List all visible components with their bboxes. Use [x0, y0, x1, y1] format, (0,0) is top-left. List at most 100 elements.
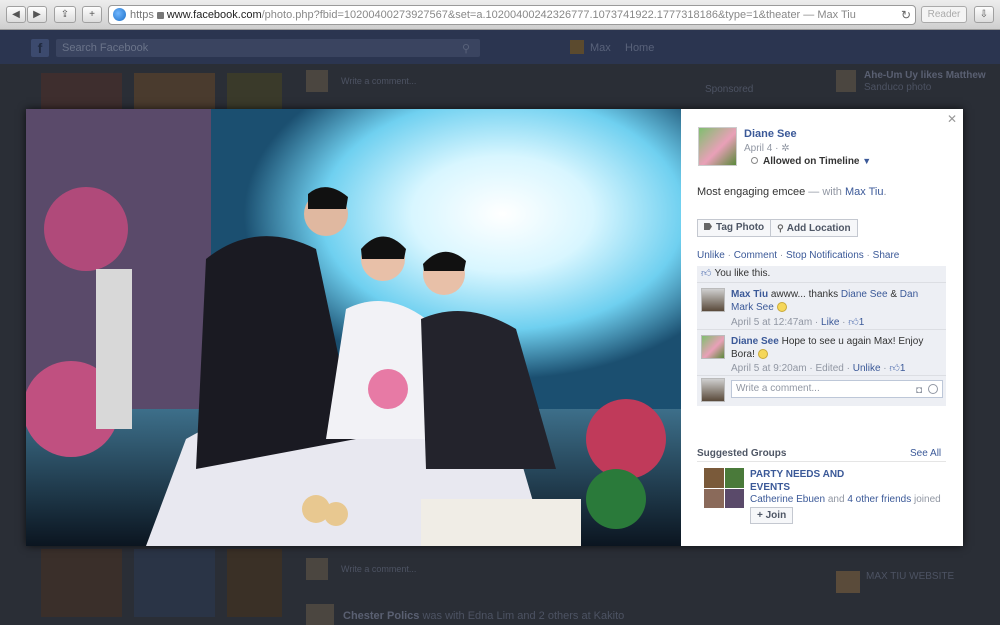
share-link[interactable]: Share: [873, 250, 900, 261]
comment-timestamp[interactable]: April 5 at 12:47am ·: [731, 317, 821, 328]
globe-icon: [113, 8, 126, 21]
comment-body: Max Tiu awww... thanks Diane See & Dan M…: [731, 288, 939, 314]
comment-author[interactable]: Diane See: [731, 336, 779, 347]
share-icon: ⇪: [60, 9, 70, 20]
comment-mention[interactable]: Diane See: [841, 289, 888, 300]
comment-link[interactable]: Comment: [734, 250, 777, 261]
search-input[interactable]: Search Facebook: [56, 39, 480, 57]
see-all-link[interactable]: See All: [910, 448, 941, 459]
group-friends-link[interactable]: 4 other friends: [847, 494, 911, 505]
close-icon[interactable]: ✕: [947, 112, 957, 126]
nav-home-link[interactable]: Home: [625, 42, 654, 54]
new-tab-button[interactable]: +: [82, 6, 102, 23]
circle-icon: [751, 157, 758, 164]
url-scheme: https: [130, 9, 154, 21]
bg-thumbnail: [134, 73, 215, 109]
comment-item: Max Tiu awww... thanks Diane See & Dan M…: [697, 284, 946, 330]
address-bar[interactable]: https www.facebook.com/photo.php?fbid=102…: [108, 5, 916, 25]
photo-actions-row: Tag Photo ⚲ Add Location: [697, 219, 858, 237]
url-domain: www.facebook.com: [166, 9, 262, 21]
comment-like-count[interactable]: 1: [859, 317, 865, 328]
profile-avatar[interactable]: [570, 40, 584, 54]
group-member-link[interactable]: Catherine Ebuen: [750, 494, 825, 505]
photo-image[interactable]: [26, 109, 681, 546]
comment-like-count[interactable]: 1: [900, 363, 906, 374]
write-comment-input[interactable]: Write a comment... ◘: [731, 380, 943, 398]
add-location-button[interactable]: ⚲ Add Location: [771, 219, 858, 237]
divider: [697, 461, 946, 462]
caption-with: — with: [805, 186, 845, 198]
group-meta-text: joined: [911, 494, 941, 505]
poster-avatar[interactable]: [698, 127, 737, 166]
group-cover-mosaic[interactable]: [704, 468, 744, 508]
page-title: — Max Tiu: [800, 9, 856, 21]
comment-meta: April 5 at 12:47am · Like · 👍︎1: [731, 316, 864, 328]
search-icon[interactable]: ⚲: [462, 42, 470, 55]
tagged-friend-link[interactable]: Max Tiu: [845, 186, 884, 198]
bg-story: Chester Polics was with Edna Lim and 2 o…: [343, 610, 624, 622]
bg-avatar: [836, 571, 860, 593]
comment-text: &: [887, 289, 900, 300]
bg-comment-box: Write a comment...: [341, 76, 417, 86]
group-meta-text: and: [825, 494, 848, 505]
share-button[interactable]: ⇪: [54, 6, 76, 23]
reload-icon[interactable]: ↻: [901, 6, 911, 24]
reader-button[interactable]: Reader: [921, 6, 967, 23]
location-pin-icon: ⚲: [777, 223, 784, 233]
forward-button[interactable]: ▶: [27, 6, 47, 23]
comment-author[interactable]: Max Tiu: [731, 289, 768, 300]
thumbs-up-icon: 👍︎: [701, 268, 712, 279]
bg-thumbnail: [134, 549, 215, 617]
back-button[interactable]: ◀: [6, 6, 26, 23]
comments-section: 👍︎ You like this. Max Tiu awww... thanks …: [697, 266, 946, 406]
plus-icon: +: [89, 9, 95, 20]
photo-sidebar: ✕ Diane See April 4 · ✲ Allowed on Timel…: [681, 109, 963, 546]
thumbs-up-icon: 👍︎: [848, 317, 859, 328]
lock-icon: [156, 12, 164, 19]
comment-body: Diane See Hope to see u again Max! Enjoy…: [731, 335, 939, 361]
post-date-text[interactable]: April 4 ·: [744, 143, 781, 154]
download-icon: ⇩: [979, 9, 989, 20]
url-path: /photo.php?fbid=10200400273927567&set=a.…: [261, 9, 801, 21]
comment-meta-sep: ·: [839, 317, 849, 328]
group-members: Catherine Ebuen and 4 other friends join…: [750, 494, 941, 505]
commenter-avatar[interactable]: [701, 288, 725, 312]
comment-timestamp[interactable]: April 5 at 9:20am · Edited ·: [731, 363, 853, 374]
chevron-down-icon: ▼: [862, 156, 872, 166]
ufi-actions: Unlike · Comment · Stop Notifications · …: [697, 250, 900, 261]
comment-text: awww... thanks: [768, 289, 841, 300]
wedding-photo: [26, 109, 681, 546]
poster-name[interactable]: Diane See: [744, 128, 797, 140]
emoji-icon[interactable]: [928, 384, 938, 394]
timeline-status-dropdown[interactable]: Allowed on Timeline ▼: [751, 156, 871, 167]
comment-unlike-link[interactable]: Unlike: [853, 363, 881, 374]
smiley-icon: [776, 302, 787, 312]
photo-caption: Most engaging emcee — with Max Tiu.: [697, 186, 887, 198]
join-group-button[interactable]: + Join: [750, 507, 794, 524]
bg-thumbnail: [41, 73, 122, 109]
unlike-link[interactable]: Unlike: [697, 250, 725, 261]
tag-photo-button[interactable]: Tag Photo: [697, 219, 772, 237]
nav-profile-link[interactable]: Max: [590, 42, 611, 54]
likes-summary: 👍︎ You like this.: [697, 266, 946, 283]
comment-like-link[interactable]: Like: [821, 317, 839, 328]
downloads-button[interactable]: ⇩: [974, 6, 994, 23]
commenter-avatar[interactable]: [701, 335, 725, 359]
facebook-logo-icon[interactable]: f: [31, 39, 49, 57]
stop-notifications-link[interactable]: Stop Notifications: [786, 250, 864, 261]
current-user-avatar: [701, 378, 725, 402]
group-name-link[interactable]: PARTY NEEDS AND EVENTS: [750, 468, 860, 494]
gear-icon[interactable]: ✲: [781, 143, 789, 154]
bg-sponsored: Sponsored: [705, 84, 754, 95]
bg-page-suggestion: MAX TIU WEBSITE: [866, 571, 955, 582]
timeline-status-label: Allowed on Timeline: [763, 156, 860, 167]
write-comment-placeholder: Write a comment...: [736, 383, 820, 394]
bg-avatar: [306, 558, 328, 580]
bg-avatar: [306, 604, 334, 625]
bg-thumbnail: [41, 549, 122, 617]
tag-photo-label: Tag Photo: [716, 222, 765, 233]
bg-comment-box: Write a comment...: [341, 564, 417, 574]
member-photo: [724, 468, 744, 488]
photo-theater: ✕ Diane See April 4 · ✲ Allowed on Timel…: [26, 109, 963, 546]
camera-icon[interactable]: ◘: [916, 383, 922, 399]
